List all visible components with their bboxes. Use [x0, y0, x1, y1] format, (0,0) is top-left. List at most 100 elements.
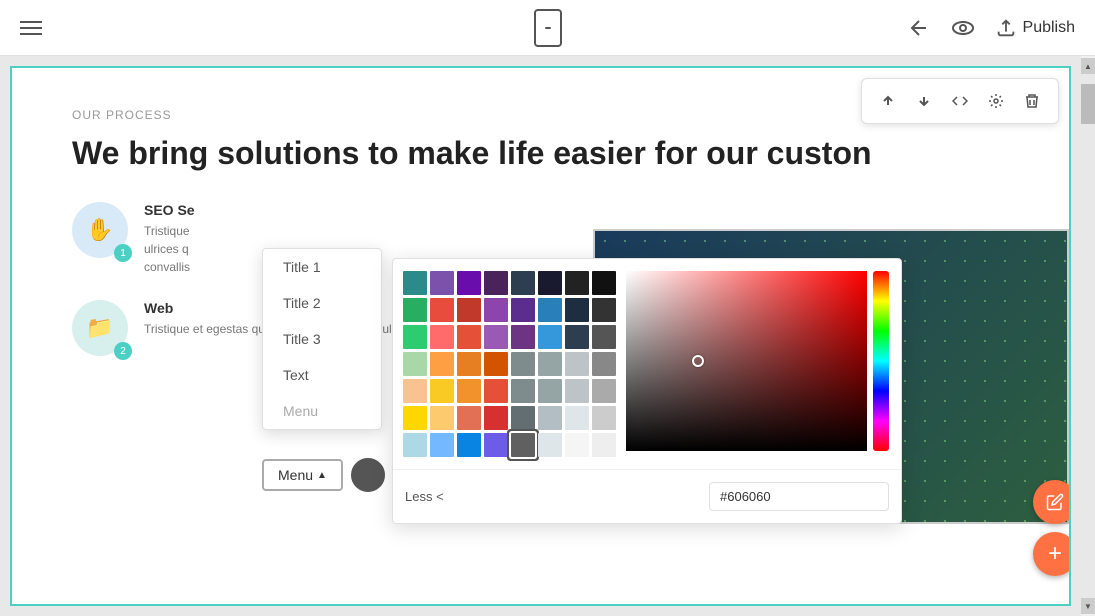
delete-button[interactable]	[1016, 85, 1048, 117]
swatch[interactable]	[484, 379, 508, 403]
preview-button[interactable]	[951, 18, 975, 38]
swatch[interactable]	[430, 352, 454, 376]
swatch[interactable]	[511, 379, 535, 403]
back-button[interactable]	[907, 16, 931, 40]
swatch-selected[interactable]	[511, 433, 535, 457]
swatch[interactable]	[484, 433, 508, 457]
hue-bar[interactable]	[873, 271, 889, 451]
swatch[interactable]	[592, 325, 616, 349]
swatch[interactable]	[403, 406, 427, 430]
swatch[interactable]	[457, 379, 481, 403]
color-picker-bottom: Less <	[393, 469, 901, 523]
dropdown-item-title3[interactable]: Title 3	[263, 321, 381, 357]
swatch[interactable]	[484, 325, 508, 349]
scrollbar: ▲ ▼	[1081, 56, 1095, 616]
service-desc-1: Tristiqueulrices qconvallis	[144, 222, 195, 276]
gradient-picker-area[interactable]	[626, 271, 889, 469]
swatch[interactable]	[457, 352, 481, 376]
swatch[interactable]	[565, 271, 589, 295]
swatch[interactable]	[511, 271, 535, 295]
swatch[interactable]	[457, 298, 481, 322]
swatch[interactable]	[592, 406, 616, 430]
swatch[interactable]	[430, 298, 454, 322]
swatch[interactable]	[403, 325, 427, 349]
swatch[interactable]	[565, 352, 589, 376]
less-button[interactable]: Less <	[405, 489, 444, 504]
floating-toolbar	[861, 78, 1059, 124]
top-bar-right: Publish	[907, 16, 1075, 40]
service-title-1: SEO Se	[144, 202, 195, 218]
top-bar: Publish	[0, 0, 1095, 56]
mobile-preview-icon[interactable]	[534, 9, 562, 47]
swatch[interactable]	[403, 352, 427, 376]
hamburger-menu-button[interactable]	[20, 21, 42, 35]
menu-dropdown-button[interactable]: Menu ▲	[262, 459, 343, 491]
gradient-canvas[interactable]	[626, 271, 867, 451]
publish-button[interactable]: Publish	[995, 17, 1075, 39]
dropdown-item-title2[interactable]: Title 2	[263, 285, 381, 321]
swatch[interactable]	[430, 271, 454, 295]
dropdown-item-menu[interactable]: Menu	[263, 393, 381, 429]
swatch[interactable]	[430, 379, 454, 403]
swatch[interactable]	[592, 298, 616, 322]
dropdown-item-title1[interactable]: Title 1	[263, 249, 381, 285]
swatch[interactable]	[457, 433, 481, 457]
swatch[interactable]	[511, 325, 535, 349]
swatch[interactable]	[592, 433, 616, 457]
move-up-button[interactable]	[872, 85, 904, 117]
swatch[interactable]	[403, 433, 427, 457]
scroll-thumb[interactable]	[1081, 84, 1095, 124]
color-picker-panel: Less <	[392, 258, 902, 524]
swatch[interactable]	[403, 271, 427, 295]
swatch[interactable]	[484, 352, 508, 376]
swatch[interactable]	[430, 433, 454, 457]
swatch[interactable]	[511, 298, 535, 322]
settings-button[interactable]	[980, 85, 1012, 117]
move-down-button[interactable]	[908, 85, 940, 117]
swatch[interactable]	[538, 352, 562, 376]
swatch[interactable]	[592, 379, 616, 403]
canvas-area: OUR PROCESS We bring solutions to make l…	[10, 66, 1071, 606]
fab-edit-button[interactable]	[1033, 480, 1071, 524]
swatch[interactable]	[565, 325, 589, 349]
swatch[interactable]	[565, 379, 589, 403]
hex-input[interactable]	[709, 482, 889, 511]
swatch[interactable]	[538, 406, 562, 430]
swatch[interactable]	[484, 298, 508, 322]
swatch[interactable]	[511, 352, 535, 376]
swatch[interactable]	[484, 406, 508, 430]
badge-1: 1	[114, 244, 132, 262]
swatch[interactable]	[430, 406, 454, 430]
swatch[interactable]	[430, 325, 454, 349]
main-area: OUR PROCESS We bring solutions to make l…	[0, 56, 1095, 616]
swatch[interactable]	[457, 406, 481, 430]
dropdown-item-text[interactable]: Text	[263, 357, 381, 393]
swatch[interactable]	[403, 379, 427, 403]
swatch[interactable]	[565, 298, 589, 322]
swatch[interactable]	[457, 271, 481, 295]
scroll-down-button[interactable]: ▼	[1081, 598, 1095, 614]
swatch[interactable]	[538, 271, 562, 295]
circle-icon-button[interactable]	[351, 458, 385, 492]
code-button[interactable]	[944, 85, 976, 117]
menu-button-label: Menu	[278, 467, 313, 483]
swatch[interactable]	[457, 325, 481, 349]
top-bar-center	[534, 9, 562, 47]
swatch[interactable]	[592, 352, 616, 376]
color-picker-top	[393, 259, 901, 469]
swatch[interactable]	[484, 271, 508, 295]
scroll-up-button[interactable]: ▲	[1081, 58, 1095, 74]
service-icon-1: ✋ 1	[72, 202, 128, 258]
swatch[interactable]	[403, 298, 427, 322]
swatch[interactable]	[538, 379, 562, 403]
swatch[interactable]	[538, 433, 562, 457]
swatch[interactable]	[538, 298, 562, 322]
swatch[interactable]	[592, 271, 616, 295]
fab-add-button[interactable]: +	[1033, 532, 1071, 576]
swatch[interactable]	[511, 406, 535, 430]
swatch[interactable]	[565, 406, 589, 430]
dropdown-arrow-icon: ▲	[317, 470, 327, 481]
swatch[interactable]	[538, 325, 562, 349]
swatch[interactable]	[565, 433, 589, 457]
gradient-handle[interactable]	[692, 355, 704, 367]
